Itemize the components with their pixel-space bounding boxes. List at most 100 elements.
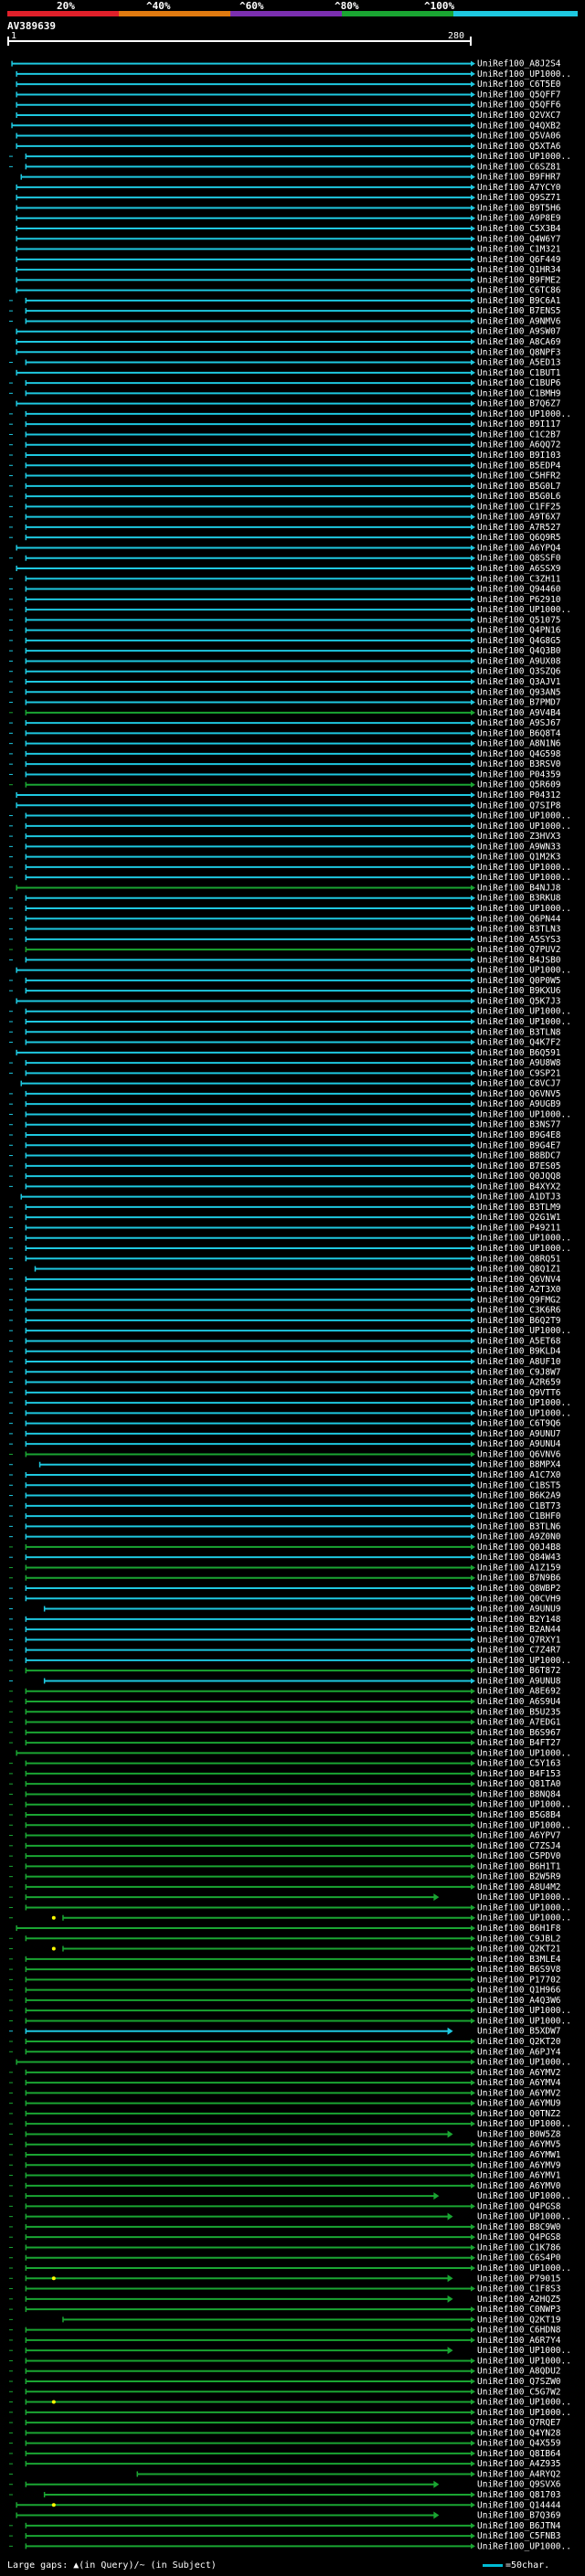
hit-row[interactable]: UniRef100_UP1000.. <box>9 2263 571 2274</box>
hit-row[interactable]: UniRef100_B5U235 <box>9 1707 561 1717</box>
hit-label[interactable]: UniRef100_Q4PN16 <box>477 626 561 636</box>
hit-row[interactable]: UniRef100_UP1000.. <box>9 2016 571 2026</box>
hit-row[interactable]: UniRef100_UP1000.. <box>9 2006 571 2016</box>
hit-label[interactable]: UniRef100_Q2KT19 <box>477 2315 561 2325</box>
hit-row[interactable]: UniRef100_B7ES05 <box>9 1161 561 1171</box>
hit-label[interactable]: UniRef100_UP1000.. <box>477 966 571 976</box>
hit-label[interactable]: UniRef100_B6JTN4 <box>477 2521 561 2531</box>
hit-label[interactable]: UniRef100_A9V4B4 <box>477 708 561 718</box>
hit-row[interactable]: UniRef100_C5FNB3 <box>9 2531 561 2541</box>
hit-row[interactable]: UniRef100_C5X3B4 <box>16 224 561 234</box>
hit-label[interactable]: UniRef100_UP1000.. <box>477 822 571 832</box>
hit-row[interactable]: UniRef100_Q0P0W5 <box>9 976 561 986</box>
hit-row[interactable]: UniRef100_B6Q8T4 <box>9 728 561 738</box>
hit-row[interactable]: UniRef100_B7ENS5 <box>9 306 561 316</box>
hit-row[interactable]: UniRef100_Q1HR34 <box>16 265 561 275</box>
hit-row[interactable]: UniRef100_B3RSV0 <box>9 759 561 769</box>
hit-label[interactable]: UniRef100_B3NS77 <box>477 1120 561 1130</box>
hit-row[interactable]: UniRef100_C6SZ81 <box>9 162 561 172</box>
hit-row[interactable]: UniRef100_C1FF25 <box>9 502 561 512</box>
hit-label[interactable]: UniRef100_Q9SVX6 <box>477 2480 561 2490</box>
hit-label[interactable]: UniRef100_Q5R609 <box>477 780 561 790</box>
hit-label[interactable]: UniRef100_A8UF10 <box>477 1357 561 1367</box>
hit-label[interactable]: UniRef100_Q3SZQ6 <box>477 667 561 677</box>
hit-row[interactable]: UniRef100_UP1000.. <box>9 605 571 615</box>
hit-row[interactable]: UniRef100_A7EDG1 <box>9 1718 561 1728</box>
hit-label[interactable]: UniRef100_UP1000.. <box>477 811 571 822</box>
hit-row[interactable]: UniRef100_UP1000.. <box>9 1234 571 1244</box>
hit-row[interactable]: UniRef100_Q0CVH9 <box>9 1594 561 1604</box>
hit-label[interactable]: UniRef100_B3RSV0 <box>477 759 561 769</box>
hit-label[interactable]: UniRef100_C3ZH11 <box>477 574 561 584</box>
hit-row[interactable]: UniRef100_Q8NPF3 <box>16 347 561 357</box>
hit-row[interactable]: UniRef100_A6PJY4 <box>9 2047 561 2057</box>
hit-row[interactable]: UniRef100_UP1000.. <box>9 1326 571 1336</box>
hit-row[interactable]: UniRef100_A9U8W8 <box>9 1058 561 1068</box>
hit-row[interactable]: UniRef100_A9NMV6 <box>9 316 561 326</box>
hit-label[interactable]: UniRef100_B9I117 <box>477 419 561 429</box>
hit-row[interactable]: UniRef100_A9P8E9 <box>16 214 561 224</box>
hit-label[interactable]: UniRef100_UP1000.. <box>477 2408 571 2418</box>
hit-label[interactable]: UniRef100_Q84W43 <box>477 1553 561 1563</box>
hit-label[interactable]: UniRef100_B3RKU8 <box>477 894 561 904</box>
hit-row[interactable]: UniRef100_C5Y163 <box>9 1759 561 1769</box>
hit-label[interactable]: UniRef100_Q8SSF0 <box>477 554 561 564</box>
hit-label[interactable]: UniRef100_UP1000.. <box>477 605 571 615</box>
hit-row[interactable]: UniRef100_C9J8W7 <box>9 1367 561 1377</box>
hit-row[interactable]: UniRef100_C8VCJ7 <box>20 1079 561 1089</box>
hit-row[interactable]: UniRef100_Q3SZQ6 <box>9 667 561 677</box>
hit-row[interactable]: UniRef100_Q6VNV5 <box>9 1089 561 1099</box>
hit-label[interactable]: UniRef100_C6TC86 <box>477 286 561 296</box>
hit-row[interactable]: UniRef100_C1BMH9 <box>9 388 561 398</box>
hit-label[interactable]: UniRef100_C6T5E0 <box>477 80 561 90</box>
hit-label[interactable]: UniRef100_UP1000.. <box>477 1326 571 1336</box>
hit-label[interactable]: UniRef100_A6YPV7 <box>477 1831 561 1841</box>
hit-label[interactable]: UniRef100_Q5VA06 <box>477 132 561 142</box>
hit-row[interactable]: UniRef100_A8U4M2 <box>9 1882 561 1892</box>
hit-row[interactable]: UniRef100_C6TC86 <box>16 286 561 296</box>
hit-label[interactable]: UniRef100_C6SZ81 <box>477 162 561 172</box>
hit-label[interactable]: UniRef100_A6R7Y4 <box>477 2336 561 2346</box>
hit-row[interactable]: UniRef100_B9G4E8 <box>9 1130 561 1140</box>
hit-row[interactable]: UniRef100_C6S4P0 <box>9 2253 561 2263</box>
hit-row[interactable]: UniRef100_C9SP21 <box>9 1068 561 1078</box>
hit-label[interactable]: UniRef100_P62910 <box>477 595 561 605</box>
hit-row[interactable]: UniRef100_Q5K7J3 <box>16 996 561 1006</box>
hit-row[interactable]: UniRef100_UP1000.. <box>9 811 571 822</box>
hit-label[interactable]: UniRef100_Z3HVX3 <box>477 832 561 842</box>
hit-row[interactable]: UniRef100_UP1000.. <box>9 1017 571 1027</box>
hit-row[interactable]: UniRef100_Q14444 <box>16 2500 561 2510</box>
hit-row[interactable]: UniRef100_Q51075 <box>9 615 561 625</box>
hit-label[interactable]: UniRef100_C6HDN8 <box>477 2326 561 2336</box>
hit-row[interactable]: UniRef100_UP1000.. <box>9 1109 571 1119</box>
hit-row[interactable]: UniRef100_A1DTJ3 <box>20 1193 561 1203</box>
hit-row[interactable]: UniRef100_UP1000.. <box>9 1007 571 1017</box>
hit-row[interactable]: UniRef100_B7Q369 <box>16 2511 561 2521</box>
hit-row[interactable]: UniRef100_A6YMW1 <box>9 2150 561 2160</box>
hit-row[interactable]: UniRef100_Q4K7F2 <box>9 1038 561 1048</box>
hit-label[interactable]: UniRef100_A9U8W8 <box>477 1058 561 1068</box>
hit-row[interactable]: UniRef100_B3TLN6 <box>9 1521 561 1532</box>
hit-row[interactable]: UniRef100_Q4PGS8 <box>9 2232 561 2242</box>
hit-row[interactable]: UniRef100_B4JSB0 <box>9 955 561 965</box>
hit-row[interactable]: UniRef100_A9Z0N0 <box>9 1532 561 1542</box>
hit-label[interactable]: UniRef100_B5G8B4 <box>477 1810 561 1820</box>
hit-row[interactable]: UniRef100_B9I103 <box>9 451 561 461</box>
hit-label[interactable]: UniRef100_A5ED13 <box>477 358 561 368</box>
hit-label[interactable]: UniRef100_C1M321 <box>477 245 561 255</box>
hit-label[interactable]: UniRef100_UP1000.. <box>477 2263 571 2274</box>
hit-row[interactable]: UniRef100_A6YMV5 <box>9 2140 561 2150</box>
hit-row[interactable]: UniRef100_UP1000.. <box>9 1656 571 1666</box>
hit-label[interactable]: UniRef100_UP1000.. <box>477 2541 571 2551</box>
hit-label[interactable]: UniRef100_C5HFR2 <box>477 472 561 482</box>
hit-row[interactable]: UniRef100_A9UX08 <box>9 656 561 666</box>
hit-label[interactable]: UniRef100_C7Z4R7 <box>477 1646 561 1656</box>
hit-label[interactable]: UniRef100_B9I103 <box>477 451 561 461</box>
hit-label[interactable]: UniRef100_B5G0L7 <box>477 482 561 492</box>
hit-row[interactable]: UniRef100_A6YMV9 <box>9 2160 561 2170</box>
hit-row[interactable]: UniRef100_A6YPV7 <box>9 1831 561 1841</box>
hit-label[interactable]: UniRef100_B6K2A9 <box>477 1491 561 1501</box>
hit-row[interactable]: UniRef100_B6K2A9 <box>9 1491 561 1501</box>
hit-row[interactable]: UniRef100_B4FT27 <box>9 1738 561 1748</box>
hit-row[interactable]: UniRef100_C6T5E0 <box>16 80 561 90</box>
